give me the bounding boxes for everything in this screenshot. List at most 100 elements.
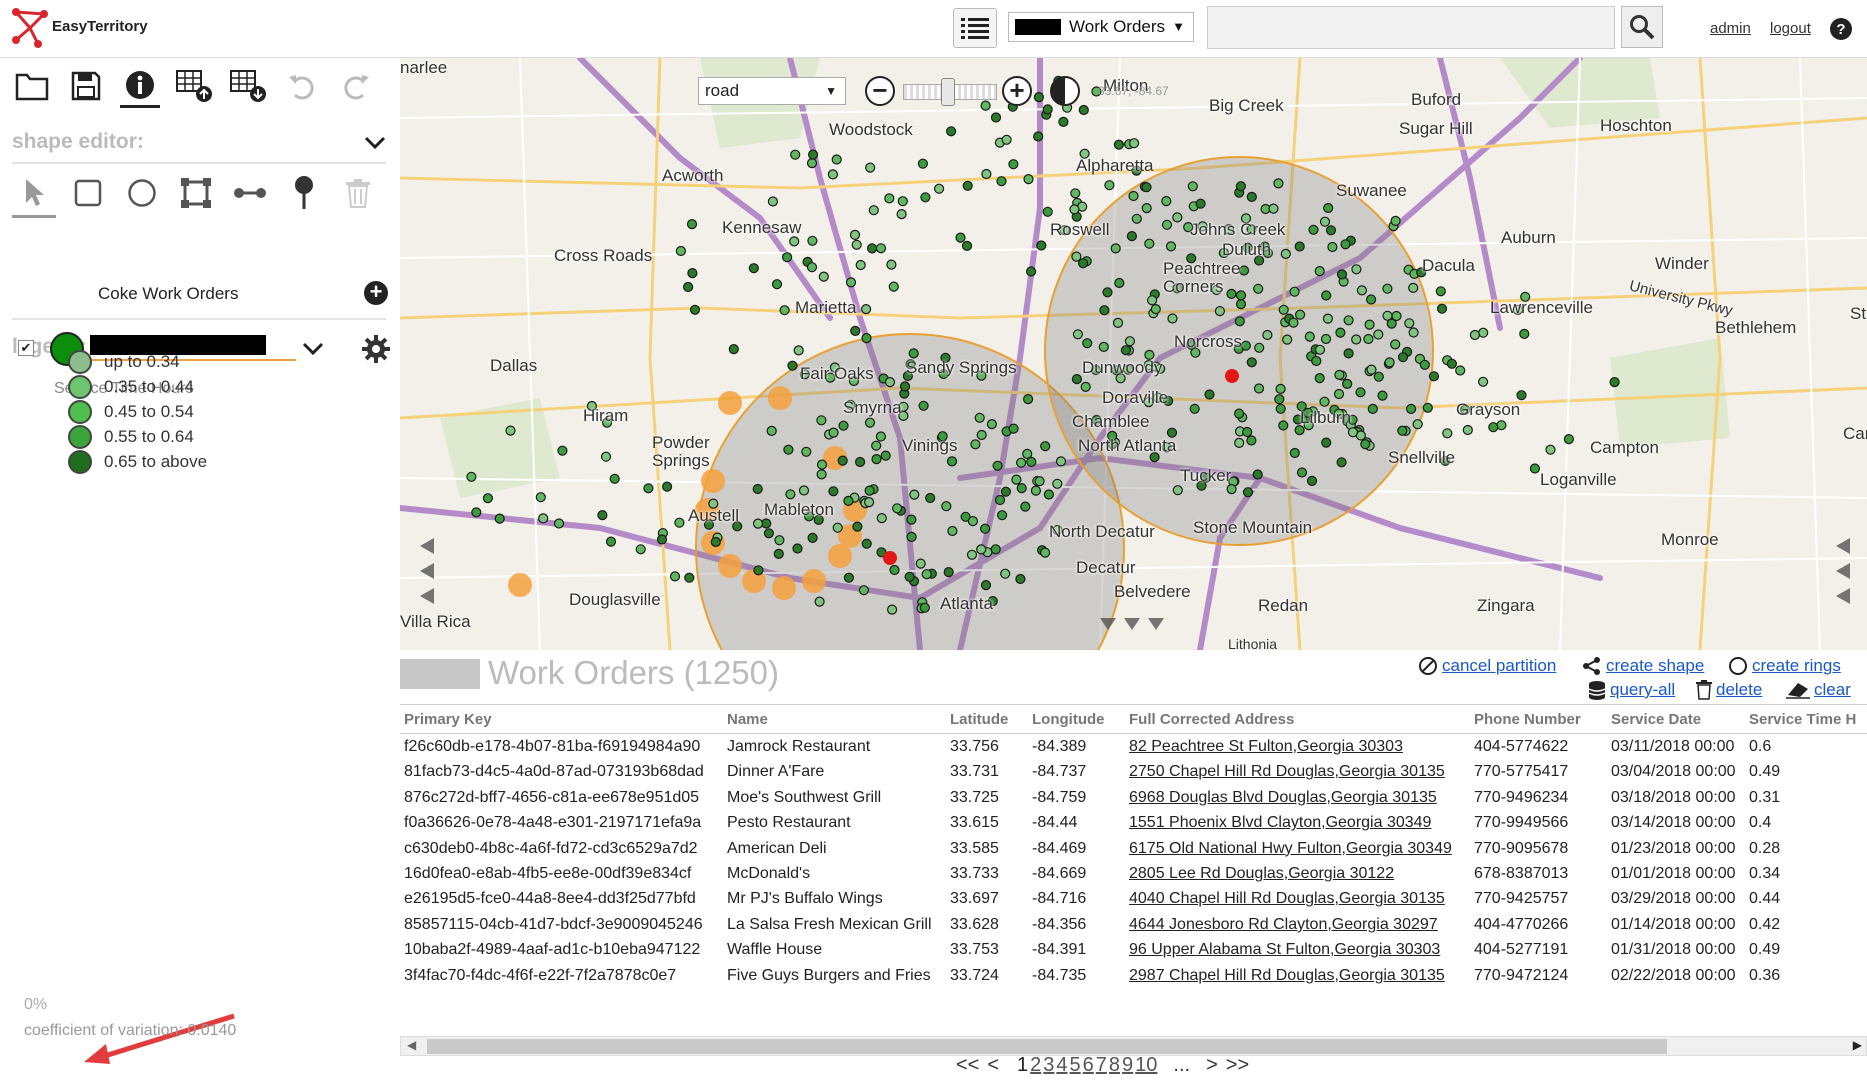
- horizontal-scrollbar[interactable]: ◀ ▶: [400, 1036, 1867, 1056]
- work-order-marker[interactable]: [1325, 225, 1337, 236]
- active-layer-select[interactable]: Work Orders ▼: [1008, 12, 1194, 42]
- work-order-marker[interactable]: [728, 344, 739, 355]
- work-order-marker[interactable]: [807, 532, 818, 543]
- work-order-marker[interactable]: [1273, 178, 1284, 189]
- work-order-marker[interactable]: [818, 271, 829, 282]
- work-order-marker[interactable]: [1342, 378, 1353, 389]
- admin-link[interactable]: admin: [1710, 20, 1751, 37]
- work-order-marker[interactable]: [1469, 329, 1481, 341]
- work-order-marker[interactable]: [1110, 243, 1121, 254]
- work-order-marker[interactable]: [1104, 180, 1115, 191]
- page-link[interactable]: 7: [1096, 1054, 1107, 1077]
- work-order-marker[interactable]: [683, 281, 694, 293]
- work-order-marker[interactable]: [1419, 359, 1430, 370]
- partition-marker[interactable]: [768, 386, 792, 410]
- work-order-marker[interactable]: [789, 236, 800, 247]
- work-order-marker[interactable]: [1386, 318, 1397, 329]
- work-order-marker[interactable]: [864, 485, 875, 496]
- work-order-marker[interactable]: [1141, 182, 1152, 193]
- work-order-marker[interactable]: [1114, 277, 1125, 289]
- work-order-marker[interactable]: [1120, 345, 1132, 356]
- work-order-marker[interactable]: [482, 493, 494, 504]
- work-order-marker[interactable]: [837, 455, 848, 466]
- work-order-marker[interactable]: [941, 501, 952, 512]
- work-order-marker[interactable]: [1304, 331, 1315, 342]
- work-order-marker[interactable]: [1214, 306, 1226, 317]
- work-order-marker[interactable]: [1235, 181, 1247, 192]
- work-order-marker[interactable]: [1025, 266, 1037, 277]
- work-order-marker[interactable]: [1355, 387, 1366, 398]
- work-order-marker[interactable]: [1384, 357, 1395, 368]
- work-order-marker[interactable]: [875, 431, 886, 442]
- work-order-marker[interactable]: [1098, 341, 1109, 352]
- work-order-marker[interactable]: [466, 471, 477, 482]
- work-order-marker[interactable]: [1172, 212, 1183, 223]
- work-order-marker[interactable]: [1360, 439, 1371, 450]
- work-order-marker[interactable]: [1253, 383, 1265, 394]
- work-order-marker[interactable]: [1366, 364, 1377, 375]
- work-order-marker[interactable]: [892, 503, 903, 514]
- layer-list-button[interactable]: [953, 8, 997, 48]
- work-order-marker[interactable]: [855, 456, 866, 468]
- work-order-marker[interactable]: [925, 492, 936, 504]
- work-order-marker[interactable]: [1408, 327, 1419, 338]
- work-order-marker[interactable]: [1235, 299, 1247, 310]
- column-header[interactable]: Longitude: [1032, 711, 1104, 728]
- work-order-marker[interactable]: [861, 304, 872, 315]
- work-order-marker[interactable]: [1034, 476, 1045, 487]
- work-order-marker[interactable]: [1268, 203, 1279, 214]
- work-order-marker[interactable]: [1128, 190, 1139, 202]
- work-order-marker[interactable]: [1351, 334, 1362, 345]
- work-order-marker[interactable]: [843, 495, 854, 506]
- work-order-marker[interactable]: [855, 259, 866, 271]
- work-order-marker[interactable]: [1390, 215, 1401, 226]
- work-order-marker[interactable]: [686, 219, 698, 230]
- partition-marker[interactable]: [772, 576, 796, 600]
- work-order-marker[interactable]: [1397, 352, 1409, 363]
- work-order-marker[interactable]: [1039, 547, 1051, 558]
- work-order-marker[interactable]: [1128, 138, 1140, 149]
- work-order-marker[interactable]: [1058, 116, 1069, 128]
- work-order-marker[interactable]: [1289, 447, 1300, 459]
- page-link[interactable]: 4: [1056, 1054, 1067, 1077]
- work-order-marker[interactable]: [1102, 287, 1113, 298]
- work-order-marker[interactable]: [915, 558, 926, 569]
- work-order-marker[interactable]: [605, 536, 617, 547]
- work-order-marker[interactable]: [880, 450, 891, 461]
- work-order-marker[interactable]: [1334, 369, 1345, 380]
- work-order-marker[interactable]: [1412, 419, 1423, 430]
- work-order-marker[interactable]: [1278, 420, 1289, 431]
- partition-marker[interactable]: [508, 573, 532, 597]
- work-order-marker[interactable]: [798, 485, 810, 496]
- work-order-marker[interactable]: [1008, 423, 1019, 434]
- work-order-marker[interactable]: [1078, 104, 1089, 116]
- work-order-marker[interactable]: [1364, 319, 1375, 330]
- work-order-marker[interactable]: [662, 481, 673, 492]
- work-order-marker[interactable]: [1020, 501, 1031, 512]
- work-order-marker[interactable]: [919, 602, 930, 613]
- work-order-marker[interactable]: [876, 513, 887, 524]
- work-order-marker[interactable]: [996, 176, 1007, 187]
- undo-button[interactable]: [282, 64, 322, 108]
- address-link[interactable]: 4644 Jonesboro Rd Clayton,Georgia 30297: [1129, 916, 1438, 934]
- work-order-marker[interactable]: [1052, 478, 1063, 489]
- work-order-marker[interactable]: [897, 196, 908, 207]
- map-view[interactable]: narlee Woodstock Milton Big Creek Buford…: [400, 58, 1867, 650]
- next-page-link[interactable]: >: [1206, 1054, 1218, 1077]
- work-order-marker[interactable]: [1351, 264, 1362, 275]
- work-order-marker[interactable]: [1252, 469, 1263, 480]
- work-order-marker[interactable]: [1099, 305, 1110, 316]
- work-order-marker[interactable]: [1126, 231, 1138, 242]
- work-order-marker[interactable]: [1011, 474, 1022, 485]
- work-order-marker[interactable]: [793, 345, 804, 356]
- column-header[interactable]: Name: [727, 711, 768, 728]
- work-order-marker[interactable]: [1280, 248, 1291, 259]
- work-order-marker[interactable]: [1253, 283, 1264, 294]
- work-order-marker[interactable]: [790, 149, 801, 160]
- work-order-marker[interactable]: [806, 157, 818, 169]
- work-order-marker[interactable]: [966, 549, 978, 560]
- work-order-marker[interactable]: [1262, 329, 1273, 341]
- page-link[interactable]: 2: [1030, 1054, 1041, 1077]
- work-order-marker[interactable]: [828, 486, 839, 497]
- work-order-marker[interactable]: [1000, 568, 1011, 579]
